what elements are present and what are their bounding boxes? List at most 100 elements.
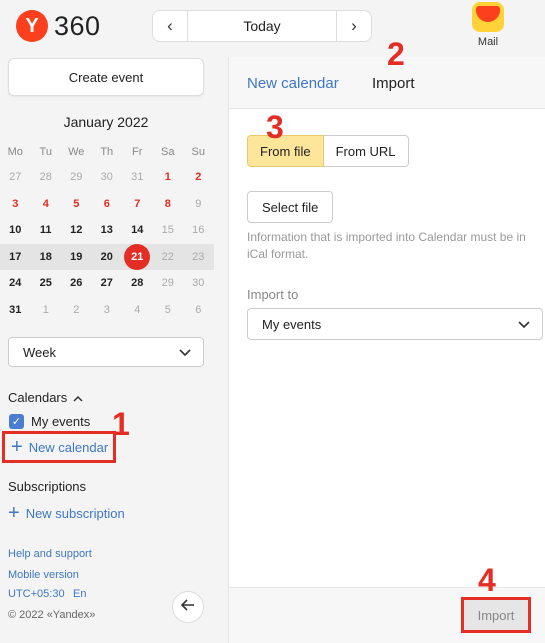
calendar-item-my-events[interactable]: ✓ My events — [9, 414, 90, 429]
day-cell[interactable]: 31 — [0, 304, 31, 316]
import-to-select[interactable]: My events — [247, 308, 543, 340]
day-cell[interactable]: 28 — [122, 277, 153, 289]
annotation-number: 3 — [266, 109, 284, 145]
plus-icon: + — [11, 436, 23, 458]
plus-icon: + — [8, 502, 20, 524]
day-cell[interactable]: 4 — [122, 304, 153, 316]
mobile-version-link[interactable]: Mobile version — [8, 569, 79, 581]
select-file-button[interactable]: Select file — [247, 191, 334, 223]
chevron-up-icon — [73, 390, 83, 405]
yandex-logo-icon: Y — [16, 10, 48, 42]
import-to-label: Import to — [247, 287, 299, 302]
weekday-label: Su — [191, 146, 205, 158]
day-cell[interactable]: 27 — [92, 277, 123, 289]
day-cell[interactable]: 27 — [0, 171, 31, 183]
new-subscription-link[interactable]: + New subscription — [8, 503, 125, 523]
from-file-option[interactable]: From file — [247, 135, 324, 167]
day-cell[interactable]: 5 — [61, 198, 92, 210]
arrow-left-icon — [180, 598, 195, 616]
previous-button[interactable]: ‹ — [153, 11, 187, 41]
mail-icon — [472, 2, 504, 32]
day-cell[interactable]: 24 — [0, 277, 31, 289]
day-cell[interactable]: 2 — [183, 171, 214, 183]
from-url-option[interactable]: From URL — [323, 135, 409, 167]
day-cell[interactable]: 16 — [183, 224, 214, 236]
weekday-label: We — [68, 146, 85, 158]
chevron-down-icon — [518, 317, 530, 332]
week-row: 31 1 2 3 4 5 6 — [0, 297, 214, 324]
calendars-section-toggle[interactable]: Calendars — [8, 390, 83, 405]
day-cell[interactable]: 17 — [0, 251, 31, 263]
mail-app-link[interactable]: Mail — [470, 2, 506, 48]
today-button[interactable]: Today — [188, 18, 336, 34]
new-calendar-label: New calendar — [28, 439, 109, 455]
import-button[interactable]: Import — [478, 608, 515, 623]
day-cell[interactable]: 3 — [0, 198, 31, 210]
day-cell[interactable]: 13 — [92, 224, 123, 236]
day-cell[interactable]: 14 — [122, 224, 153, 236]
weekday-label: Mo — [7, 146, 23, 158]
yandex-360-logo[interactable]: Y 360 — [16, 10, 101, 42]
day-cell[interactable]: 1 — [153, 171, 184, 183]
weekday-label: Fr — [132, 146, 143, 158]
day-cell[interactable]: 29 — [61, 171, 92, 183]
day-cell[interactable]: 1 — [31, 304, 62, 316]
tab-new-calendar[interactable]: New calendar — [247, 75, 339, 92]
day-cell[interactable]: 18 — [31, 251, 62, 263]
day-cell[interactable]: 6 — [183, 304, 214, 316]
week-row: 27 28 29 30 31 1 2 — [0, 164, 214, 191]
copyright: © 2022 «Yandex» — [8, 609, 96, 621]
day-cell[interactable]: 29 — [153, 277, 184, 289]
language-link[interactable]: En — [73, 588, 86, 600]
help-link[interactable]: Help and support — [8, 548, 92, 560]
day-cell[interactable]: 25 — [31, 277, 62, 289]
day-cell[interactable]: 19 — [61, 251, 92, 263]
day-cell[interactable]: 22 — [153, 251, 184, 263]
view-mode-value: Week — [23, 344, 56, 360]
subscriptions-heading: Subscriptions — [8, 479, 87, 494]
day-cell[interactable]: 26 — [61, 277, 92, 289]
day-cell[interactable]: 7 — [122, 198, 153, 210]
day-cell[interactable]: 28 — [31, 171, 62, 183]
today-cell[interactable]: 21 — [122, 243, 153, 270]
day-cell[interactable]: 15 — [153, 224, 184, 236]
day-cell[interactable]: 23 — [183, 251, 214, 263]
mail-label: Mail — [477, 36, 499, 48]
day-cell[interactable]: 3 — [92, 304, 123, 316]
timezone-link[interactable]: UTC+05:30 — [8, 588, 65, 600]
chevron-left-icon: ‹ — [167, 16, 173, 35]
annotation-number: 1 — [112, 406, 130, 442]
import-info-text: Information that is imported into Calend… — [247, 230, 526, 261]
day-cell[interactable]: 2 — [61, 304, 92, 316]
checkbox-checked-icon[interactable]: ✓ — [9, 414, 24, 429]
weekday-header: Mo Tu We Th Fr Sa Su — [0, 140, 214, 164]
tab-import[interactable]: Import — [372, 75, 415, 92]
day-cell[interactable]: 20 — [92, 251, 123, 263]
annotation-number: 4 — [478, 562, 496, 598]
week-row: 10 11 12 13 14 15 16 — [0, 217, 214, 244]
date-navigation: ‹ Today › — [152, 10, 372, 42]
day-cell[interactable]: 8 — [153, 198, 184, 210]
day-cell[interactable]: 4 — [31, 198, 62, 210]
day-cell[interactable]: 31 — [122, 171, 153, 183]
next-button[interactable]: › — [337, 11, 371, 41]
day-cell[interactable]: 9 — [183, 198, 214, 210]
day-cell[interactable]: 5 — [153, 304, 184, 316]
create-event-button[interactable]: Create event — [8, 58, 204, 96]
chevron-right-icon: › — [351, 16, 357, 35]
day-cell[interactable]: 12 — [61, 224, 92, 236]
day-cell[interactable]: 6 — [92, 198, 123, 210]
view-mode-select[interactable]: Week — [8, 337, 204, 367]
mini-calendar: Mo Tu We Th Fr Sa Su 27 28 29 30 31 1 2 … — [0, 140, 214, 323]
day-cell[interactable]: 30 — [92, 171, 123, 183]
day-cell[interactable]: 30 — [183, 277, 214, 289]
today-marker: 21 — [124, 243, 151, 270]
new-calendar-link[interactable]: + New calendar — [2, 431, 116, 463]
day-cell[interactable]: 10 — [0, 224, 31, 236]
logo-text: 360 — [54, 10, 101, 41]
chevron-down-icon — [179, 345, 191, 360]
day-cell[interactable]: 11 — [31, 224, 62, 236]
week-row: 3 4 5 6 7 8 9 — [0, 191, 214, 218]
collapse-sidebar-button[interactable] — [172, 591, 204, 623]
calendar-item-label: My events — [31, 414, 91, 429]
